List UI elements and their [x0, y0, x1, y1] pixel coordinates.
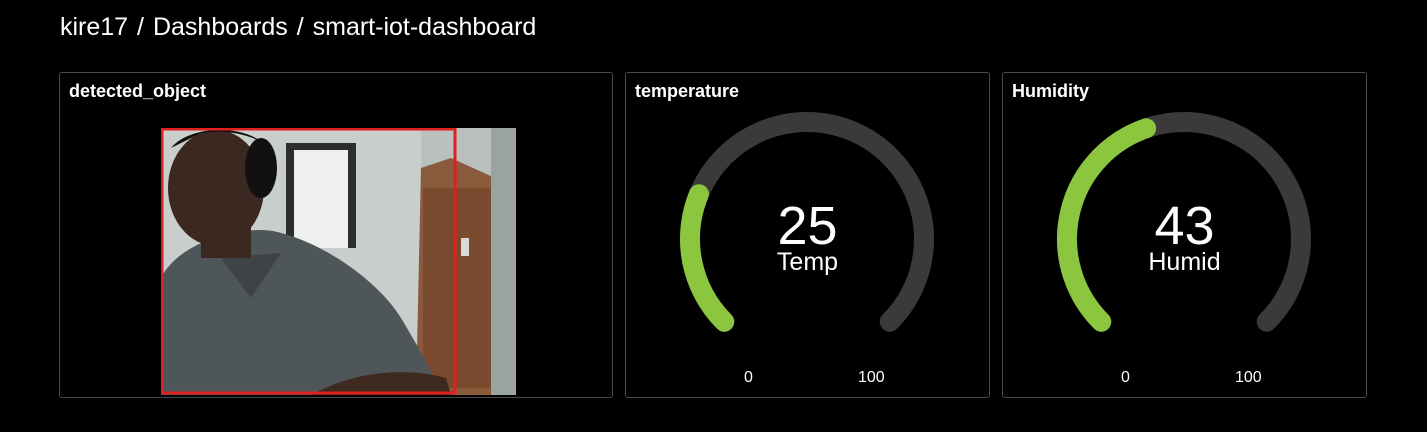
gauge-max-label: 100 [1235, 369, 1262, 386]
detected-object-panel[interactable]: detected_object [59, 72, 613, 398]
breadcrumb: kire17 / Dashboards / smart-iot-dashboar… [60, 13, 536, 42]
breadcrumb-separator: / [296, 13, 304, 41]
gauge-unit-label: Temp [776, 248, 839, 276]
breadcrumb-dashboard-name: smart-iot-dashboard [312, 13, 537, 41]
panel-title: detected_object [69, 81, 207, 101]
gauge-min-label: 0 [744, 369, 753, 386]
humidity-panel[interactable]: Humidity 43 Humid 0 100 [1002, 72, 1367, 398]
gauge-unit-label: Humid [1148, 248, 1221, 276]
breadcrumb-separator: / [137, 13, 144, 41]
camera-image [161, 128, 516, 395]
gauge-max-label: 100 [858, 369, 885, 386]
breadcrumb-dashboards-link[interactable]: Dashboards [153, 13, 288, 41]
temperature-panel[interactable]: temperature 25 Temp 0 100 [625, 72, 990, 398]
gauge-min-label: 0 [1121, 369, 1130, 386]
breadcrumb-user-link[interactable]: kire17 [60, 13, 128, 41]
